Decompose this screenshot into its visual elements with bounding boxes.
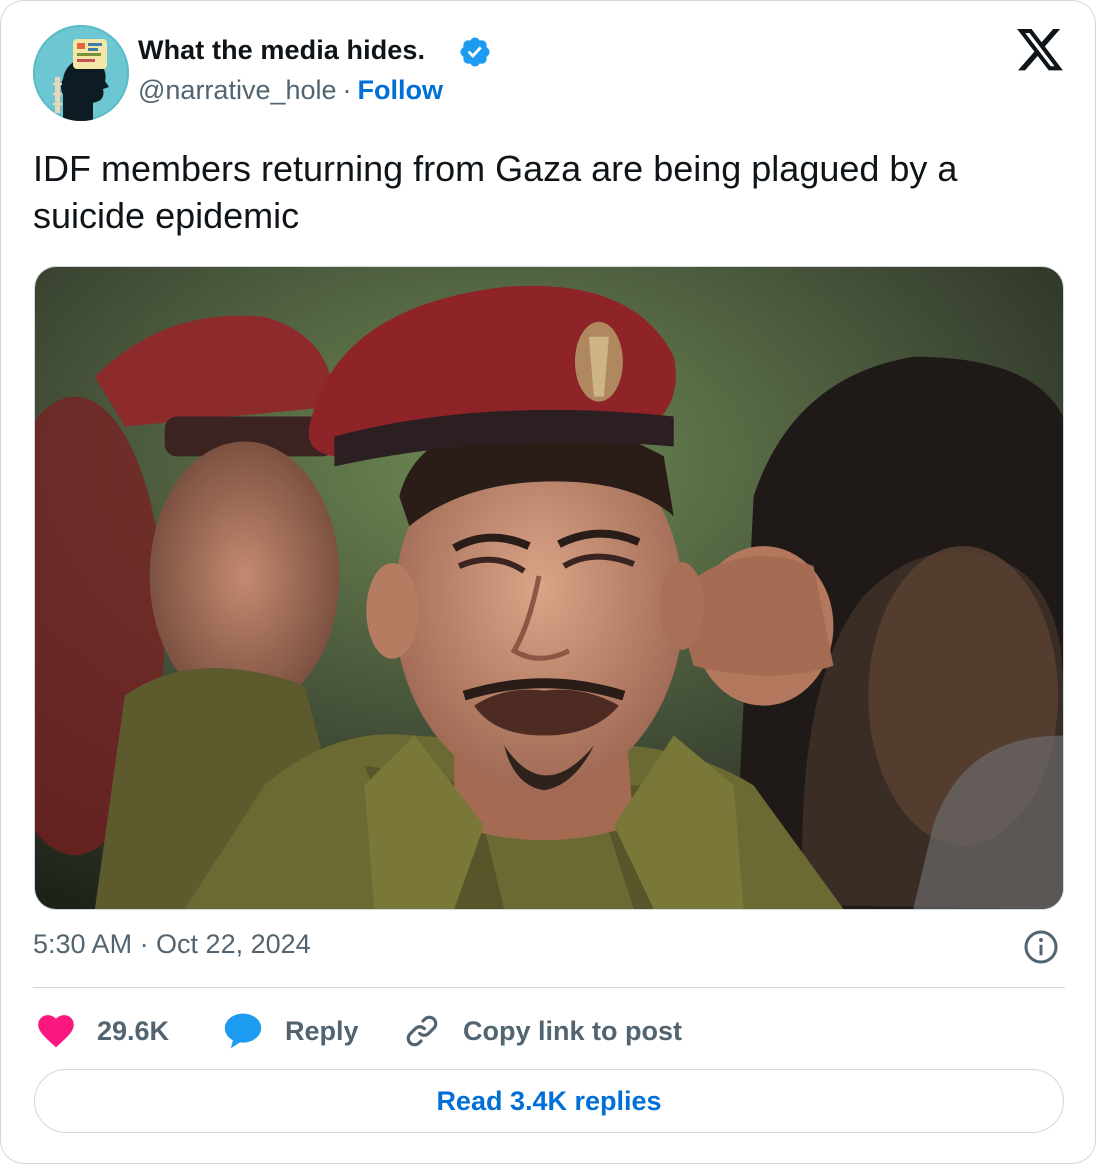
author-handle[interactable]: @narrative_hole	[138, 75, 337, 105]
author-avatar[interactable]	[33, 25, 129, 121]
avatar-image	[33, 25, 129, 121]
follow-button[interactable]: Follow	[358, 75, 443, 105]
tweet-text: IDF members returning from Gaza are bein…	[33, 148, 958, 236]
info-icon[interactable]	[1023, 929, 1059, 965]
speech-bubble-icon	[224, 1013, 262, 1049]
reply-button[interactable]: Reply	[223, 1009, 359, 1053]
reply-label: Reply	[285, 1015, 359, 1046]
read-replies-label: Read 3.4K replies	[436, 1085, 662, 1116]
like-button[interactable]: 29.6K	[37, 1009, 169, 1053]
tweet-timestamp[interactable]: 5:30 AM · Oct 22, 2024	[33, 929, 311, 960]
heart-icon	[38, 1015, 74, 1048]
divider	[33, 987, 1065, 988]
like-count: 29.6K	[97, 1015, 170, 1046]
tweet-photo[interactable]	[34, 266, 1064, 910]
verified-badge-icon	[460, 37, 490, 67]
link-icon	[406, 1015, 438, 1047]
tweet-card: What the media hides. @narrative_hole · Fo…	[0, 0, 1096, 1164]
read-replies-button[interactable]: Read 3.4K replies	[34, 1069, 1064, 1133]
photo-image	[35, 267, 1063, 909]
handle-separator: ·	[342, 75, 352, 105]
copy-link-button[interactable]: Copy link to post	[403, 1009, 682, 1053]
author-display-name[interactable]: What the media hides.	[138, 35, 425, 66]
author-handle-row: @narrative_hole · Follow	[138, 75, 443, 106]
x-logo-icon[interactable]	[1017, 29, 1063, 71]
beret-badge	[574, 321, 623, 402]
copy-link-label: Copy link to post	[463, 1015, 682, 1046]
